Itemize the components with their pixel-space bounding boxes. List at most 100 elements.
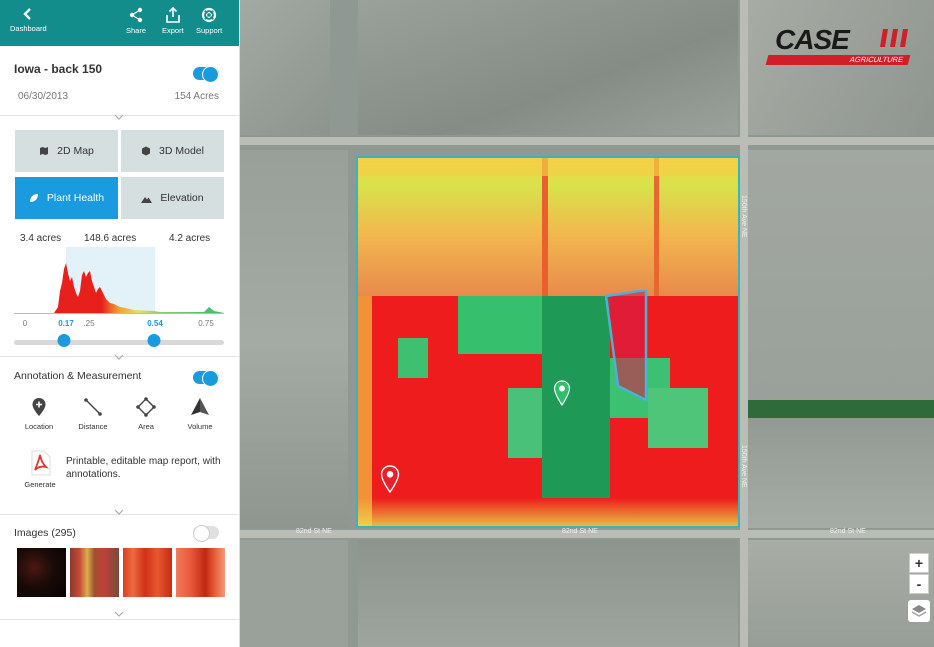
share-button[interactable]: Share	[126, 7, 146, 35]
field-acres: 154 Acres	[174, 91, 219, 102]
acres-mid: 148.6 acres	[84, 233, 137, 244]
overlay-green-patch	[508, 388, 542, 458]
support-button[interactable]: Support	[196, 7, 222, 35]
overlay-green-strip	[542, 296, 610, 526]
tool-label: Location	[24, 422, 54, 431]
acres-high: 4.2 acres	[169, 233, 211, 244]
road-label: 82nd St NE	[562, 528, 598, 535]
acres-low: 3.4 acres	[20, 233, 62, 244]
share-label: Share	[126, 26, 147, 35]
area-annotation-polygon[interactable]	[604, 290, 654, 405]
mode-label: 3D Model	[159, 145, 204, 157]
overlay-edge	[358, 296, 372, 526]
overlay-edge	[358, 498, 738, 526]
share-icon	[129, 7, 143, 23]
overlay-green-patch	[398, 338, 428, 378]
field-name: Iowa - back 150	[14, 62, 103, 76]
parcel	[240, 540, 348, 647]
support-label: Support	[196, 26, 223, 35]
dashboard-label: Dashboard	[10, 24, 47, 33]
mode-plant-health-button[interactable]: Plant Health	[15, 177, 118, 219]
map-canvas[interactable]: 82nd St NE 82nd St NE 82nd St NE 150th A…	[240, 0, 934, 647]
map-view-section: 2D Map 3D Model Plant Health Elevation 3…	[0, 117, 239, 357]
parcel	[358, 540, 738, 647]
generate-report-button[interactable]: Generate	[20, 450, 60, 489]
location-tool-button[interactable]: Location	[19, 397, 59, 431]
case-agriculture-logo: CASE AGRICULTURE	[765, 24, 914, 68]
image-thumbnail[interactable]	[70, 548, 119, 597]
location-pin-marker-red[interactable]	[380, 465, 400, 493]
location-pin-marker-green[interactable]	[553, 380, 571, 406]
health-range-slider[interactable]	[14, 340, 224, 345]
road	[240, 137, 934, 145]
mode-elevation-button[interactable]: Elevation	[121, 177, 224, 219]
parcel	[240, 0, 330, 135]
volume-tool-button[interactable]: Volume	[180, 397, 220, 431]
image-thumbnail[interactable]	[123, 548, 172, 597]
road	[348, 137, 356, 143]
plant-health-overlay[interactable]	[356, 156, 740, 528]
cube-icon	[142, 146, 151, 156]
histogram-axis	[14, 313, 224, 314]
mountain-icon	[141, 196, 153, 203]
top-toolbar: Dashboard Share Export Support	[0, 0, 239, 46]
sidebar: Dashboard Share Export Support Iowa - ba…	[0, 0, 240, 647]
image-thumbnail[interactable]	[176, 548, 225, 597]
image-thumbnail[interactable]	[17, 548, 66, 597]
zoom-in-button[interactable]: +	[909, 553, 929, 573]
tree-line	[748, 400, 934, 418]
overlay-green-patch	[458, 296, 542, 354]
location-pin-icon	[32, 398, 46, 416]
tick-label: .25	[83, 319, 95, 328]
tool-label: Area	[138, 422, 154, 431]
tick-label: 0	[22, 319, 28, 328]
ruler-line-icon	[84, 398, 102, 416]
overlay-streak	[542, 158, 548, 296]
tick-label-range-low: 0.17	[58, 319, 74, 328]
parcel	[358, 0, 738, 135]
parcel	[748, 418, 934, 528]
tick-label: 0.75	[198, 319, 214, 328]
parcel	[240, 150, 348, 528]
annotation-section: Annotation & Measurement Location Distan…	[0, 357, 239, 515]
health-histogram	[54, 247, 224, 313]
road-label: 82nd St NE	[296, 528, 332, 535]
overlay-green-patch	[648, 388, 708, 448]
export-label: Export	[162, 26, 184, 35]
logo-bars-icon	[880, 29, 908, 47]
layers-button[interactable]	[908, 600, 930, 622]
mode-label: 2D Map	[57, 145, 94, 157]
logo-wordmark: CASE	[775, 24, 850, 55]
range-low-handle[interactable]	[57, 334, 71, 347]
logo-subtitle: AGRICULTURE	[765, 55, 911, 65]
field-visibility-toggle[interactable]	[193, 66, 219, 83]
road-label: 150th Ave NE	[740, 445, 747, 488]
tick-label-range-high: 0.54	[147, 319, 163, 328]
range-high-handle[interactable]	[147, 334, 161, 347]
road-label: 150th Ave NE	[740, 195, 747, 238]
leaf-icon	[29, 194, 38, 202]
annotation-toggle[interactable]	[193, 370, 219, 387]
annotation-title: Annotation & Measurement	[14, 370, 142, 382]
mode-2d-map-button[interactable]: 2D Map	[15, 130, 118, 172]
mode-3d-model-button[interactable]: 3D Model	[121, 130, 224, 172]
area-polygon-icon	[136, 397, 156, 417]
pdf-file-icon	[31, 450, 51, 476]
parcel	[748, 540, 934, 647]
distance-tool-button[interactable]: Distance	[73, 397, 113, 431]
generate-description: Printable, editable map report, with ann…	[66, 456, 221, 480]
zoom-out-button[interactable]: -	[909, 574, 929, 594]
dashboard-button[interactable]: Dashboard	[10, 7, 47, 33]
mode-label: Elevation	[160, 192, 204, 204]
export-button[interactable]: Export	[162, 7, 184, 35]
overlay-streak	[654, 158, 659, 296]
chevron-down-icon[interactable]	[113, 610, 125, 618]
road-label: 82nd St NE	[830, 528, 866, 535]
field-date: 06/30/2013	[18, 91, 69, 102]
images-section: Images (295)	[0, 515, 239, 620]
tool-label: Volume	[187, 422, 213, 431]
images-title: Images (295)	[14, 527, 76, 539]
parcel	[748, 150, 934, 400]
area-tool-button[interactable]: Area	[126, 397, 166, 431]
images-toggle[interactable]	[193, 525, 219, 542]
